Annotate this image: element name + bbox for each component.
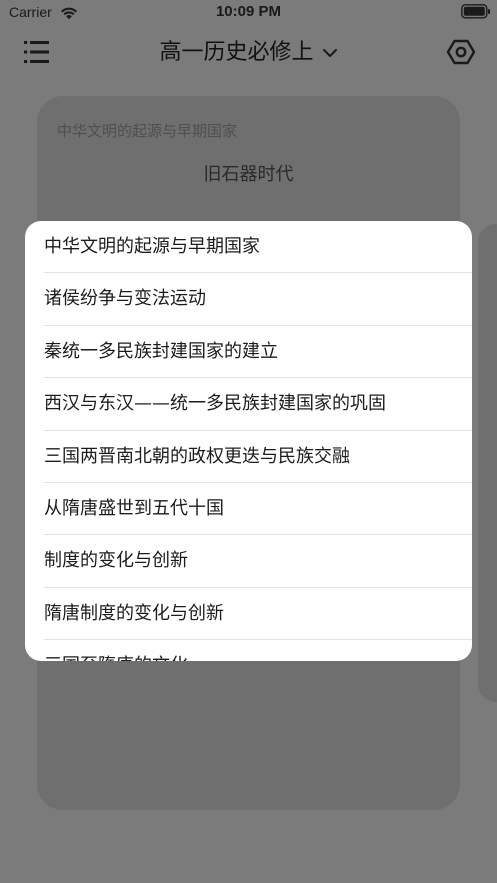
dropdown-item[interactable]: 制度的变化与创新 bbox=[25, 535, 472, 589]
app-screen: Carrier 10:09 PM 高一历史必修上 中华文明的起源与早期国家 旧石… bbox=[0, 0, 497, 883]
dropdown-item[interactable]: 从隋唐盛世到五代十国 bbox=[25, 483, 472, 536]
dropdown-item[interactable]: 隋唐制度的变化与创新 bbox=[25, 588, 472, 641]
title-dropdown-toggle[interactable]: 高一历史必修上 bbox=[0, 34, 497, 66]
dropdown-item[interactable]: 中华文明的起源与早期国家 bbox=[25, 221, 472, 274]
settings-button[interactable] bbox=[446, 38, 476, 66]
status-bar: Carrier 10:09 PM bbox=[0, 0, 497, 26]
chevron-down-icon bbox=[322, 43, 338, 62]
card-topic-title: 旧石器时代 bbox=[203, 164, 294, 185]
dropdown-item[interactable]: 三国至隋唐的文化 bbox=[25, 640, 472, 661]
status-time: 10:09 PM bbox=[215, 3, 282, 20]
dropdown-item[interactable]: 三国两晋南北朝的政权更迭与民族交融 bbox=[25, 431, 472, 484]
dropdown-item[interactable]: 诸侯纷争与变法运动 bbox=[25, 273, 472, 327]
next-lesson-card[interactable] bbox=[478, 224, 497, 702]
battery-icon bbox=[461, 4, 491, 23]
hexagon-gear-icon bbox=[446, 39, 476, 70]
card-chapter-subtitle: 中华文明的起源与早期国家 bbox=[57, 122, 238, 140]
dropdown-item[interactable]: 西汉与东汉——统一多民族封建国家的巩固 bbox=[25, 378, 472, 431]
dropdown-item[interactable]: 秦统一多民族封建国家的建立 bbox=[25, 326, 472, 379]
chapter-dropdown-menu: 中华文明的起源与早期国家 诸侯纷争与变法运动 秦统一多民族封建国家的建立 西汉与… bbox=[25, 221, 472, 661]
page-title: 高一历史必修上 bbox=[159, 40, 314, 65]
